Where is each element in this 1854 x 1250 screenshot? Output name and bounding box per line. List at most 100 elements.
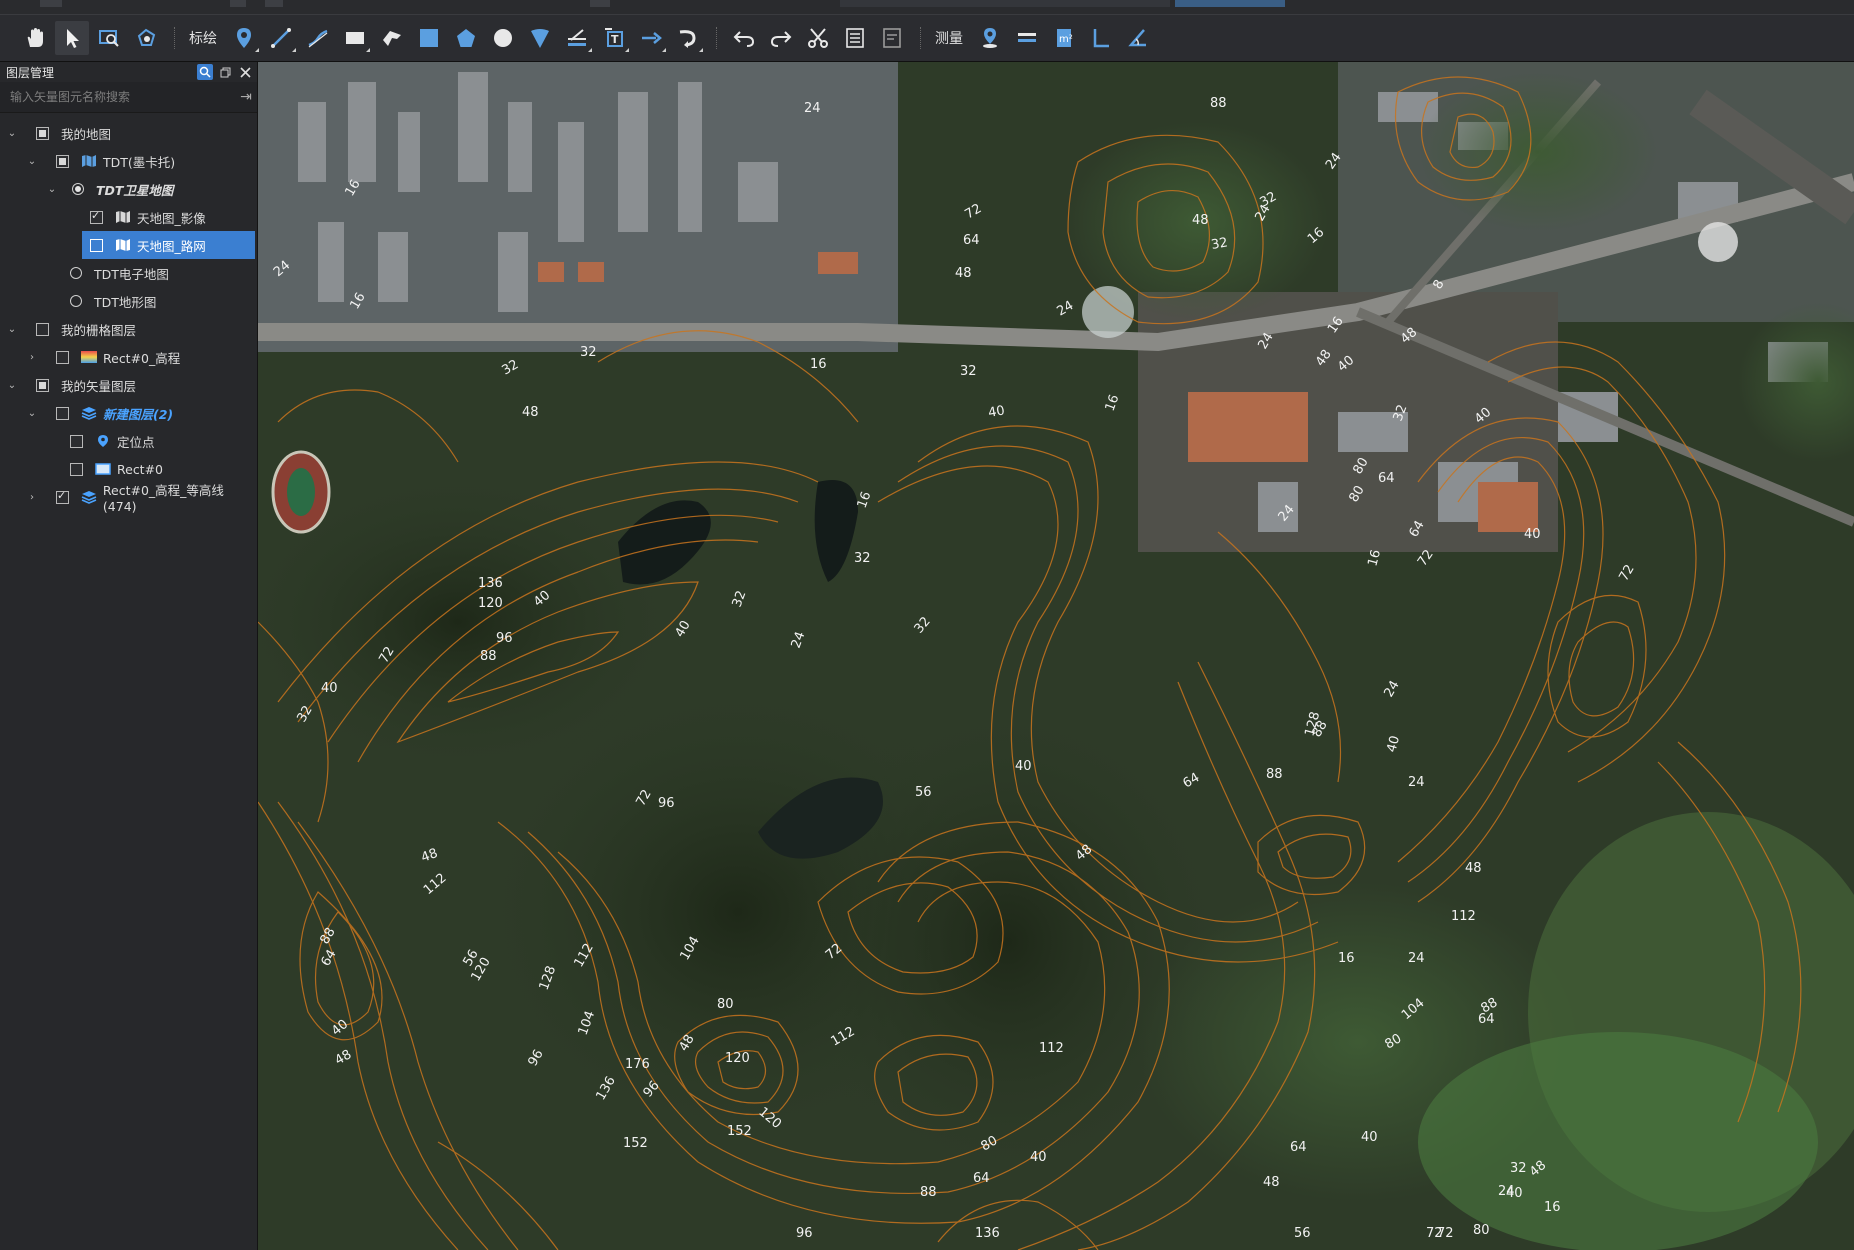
- attribute-table-icon[interactable]: [838, 21, 872, 55]
- contour-elevation-label: 72: [1426, 1226, 1443, 1241]
- tree-item-location-point[interactable]: 定位点: [0, 427, 257, 455]
- collapse-panel-icon[interactable]: ⇥: [235, 89, 257, 105]
- redo-icon[interactable]: [764, 21, 798, 55]
- tree-item-label: Rect#0: [117, 461, 164, 477]
- layer-search-bar: ⇥: [0, 82, 257, 113]
- layer-checkbox[interactable]: [55, 489, 69, 504]
- chevron-down-icon[interactable]: ⌄: [6, 127, 18, 139]
- layer-radio[interactable]: [70, 295, 82, 307]
- layer-checkbox[interactable]: [56, 154, 69, 168]
- tree-item-tianditu-road[interactable]: 天地图_路网: [82, 231, 255, 259]
- layer-radio[interactable]: [72, 183, 84, 195]
- circle-icon[interactable]: [486, 21, 520, 55]
- pentagon-icon[interactable]: [449, 21, 483, 55]
- tree-item-tdt-terrain[interactable]: TDT地形图: [0, 287, 257, 315]
- contour-elevation-label: 48: [522, 405, 539, 420]
- properties-doc-icon[interactable]: [875, 21, 909, 55]
- contour-elevation-label: 64: [963, 233, 980, 248]
- contour-elevation-label: 80: [1473, 1223, 1490, 1238]
- arrow-icon[interactable]: [634, 21, 668, 55]
- layer-checkbox[interactable]: [36, 378, 49, 392]
- layer-tree: ⌄ 我的地图 ⌄ TDT(墨卡托) ⌄ TDT卫星地图 天地图_影像 天地图_路…: [0, 113, 257, 514]
- tree-item-label: TDT电子地图: [94, 266, 169, 282]
- contour-elevation-label: 48: [1192, 213, 1209, 228]
- contour-elevation-label: 88: [480, 649, 497, 664]
- contour-elevation-label: 176: [625, 1057, 650, 1072]
- marker-pin-icon[interactable]: [227, 21, 261, 55]
- contour-elevation-label: 96: [658, 796, 675, 811]
- float-window-icon[interactable]: [217, 64, 233, 80]
- rectangle-shape-icon: [95, 462, 111, 476]
- tree-item-tdt-mercator[interactable]: ⌄ TDT(墨卡托): [0, 147, 257, 175]
- close-icon[interactable]: [237, 64, 253, 80]
- measure-angle-icon[interactable]: [1121, 21, 1155, 55]
- tree-item-new-layer[interactable]: ⌄ 新建图层(2): [0, 399, 257, 427]
- contour-elevation-label: 96: [496, 631, 513, 646]
- layer-checkbox[interactable]: [56, 350, 69, 364]
- tree-item-label: 我的矢量图层: [61, 378, 137, 394]
- contour-elevation-label: 136: [478, 576, 503, 591]
- panel-title: 图层管理: [6, 65, 55, 80]
- layer-checkbox[interactable]: [56, 406, 69, 420]
- tree-item-my-map[interactable]: ⌄ 我的地图: [0, 119, 257, 147]
- chevron-down-icon[interactable]: ⌄: [26, 407, 38, 419]
- svg-text:m²: m²: [1059, 34, 1073, 45]
- layer-checkbox[interactable]: [70, 462, 83, 476]
- undo-icon[interactable]: [727, 21, 761, 55]
- rectangle-icon[interactable]: [338, 21, 372, 55]
- satellite-contour-map: 2416882432483282416726448163224162448 403…: [258, 62, 1854, 1250]
- freehand-shape-icon[interactable]: [375, 21, 409, 55]
- curve-line-icon[interactable]: [301, 21, 335, 55]
- chevron-right-icon[interactable]: ›: [26, 491, 38, 503]
- tree-item-rect-elevation[interactable]: › Rect#0_高程: [0, 343, 257, 371]
- layer-manager-panel: 图层管理 ⇥ ⌄ 我的地图 ⌄ TDT(墨卡托) ⌄ TDT卫星地图 天地图_影…: [0, 62, 258, 1250]
- pan-hand-icon[interactable]: [18, 21, 52, 55]
- polyline-icon[interactable]: [264, 21, 298, 55]
- contour-elevation-label: 40: [987, 403, 1006, 421]
- tree-item-label: 我的地图: [61, 126, 112, 142]
- measure-location-icon[interactable]: [973, 21, 1007, 55]
- layer-search-input[interactable]: [0, 89, 235, 105]
- contour-elevation-label: 64: [1290, 1140, 1307, 1155]
- tree-item-tdt-electronic[interactable]: TDT电子地图: [0, 259, 257, 287]
- layer-checkbox[interactable]: [70, 434, 83, 448]
- chevron-right-icon[interactable]: ›: [26, 351, 38, 363]
- contour-elevation-label: 40: [1361, 1130, 1378, 1145]
- map-canvas[interactable]: 24 16 88 24 32 48 32 8 24 16 72 64 48 16 32 24 16 24 48 40 3…: [258, 62, 1854, 1250]
- contour-elevation-label: 16: [1338, 951, 1355, 966]
- tree-item-contour-layer[interactable]: › Rect#0_高程_等高线(474): [0, 483, 257, 514]
- chevron-down-icon[interactable]: ⌄: [46, 183, 58, 195]
- layer-checkbox[interactable]: [36, 126, 49, 140]
- measure-distance-icon[interactable]: [1010, 21, 1044, 55]
- toolbar-separator: [174, 27, 177, 49]
- layer-checkbox[interactable]: [36, 322, 49, 336]
- sector-icon[interactable]: [523, 21, 557, 55]
- map-book-icon: [81, 154, 97, 168]
- tree-item-rect0[interactable]: Rect#0: [0, 455, 257, 483]
- measure-height-icon[interactable]: [1084, 21, 1118, 55]
- road-edit-icon[interactable]: [560, 21, 594, 55]
- select-arrow-icon[interactable]: [55, 21, 89, 55]
- contour-elevation-label: 80: [717, 997, 734, 1012]
- measure-area-icon[interactable]: m²: [1047, 21, 1081, 55]
- chevron-down-icon[interactable]: ⌄: [6, 323, 18, 335]
- chevron-down-icon[interactable]: ⌄: [26, 155, 38, 167]
- tree-item-tianditu-image[interactable]: 天地图_影像: [0, 203, 257, 231]
- tree-item-tdt-satellite[interactable]: ⌄ TDT卫星地图: [0, 175, 257, 203]
- layer-checkbox[interactable]: [90, 238, 103, 252]
- layer-radio[interactable]: [70, 267, 82, 279]
- square-icon[interactable]: [412, 21, 446, 55]
- select-polygon-icon[interactable]: [129, 21, 163, 55]
- chevron-down-icon[interactable]: ⌄: [6, 379, 18, 391]
- tree-item-vector-layers[interactable]: ⌄ 我的矢量图层: [0, 371, 257, 399]
- tree-item-raster-layers[interactable]: ⌄ 我的栅格图层: [0, 315, 257, 343]
- search-icon[interactable]: [197, 64, 213, 80]
- plot-label: 标绘: [189, 31, 217, 47]
- tree-item-label: 天地图_影像: [137, 210, 206, 226]
- scissors-icon[interactable]: [801, 21, 835, 55]
- curved-arrow-icon[interactable]: [671, 21, 705, 55]
- raster-gradient-icon: [81, 350, 97, 364]
- layer-checkbox[interactable]: [90, 209, 103, 224]
- text-label-icon[interactable]: T: [597, 21, 631, 55]
- zoom-rect-icon[interactable]: [92, 21, 126, 55]
